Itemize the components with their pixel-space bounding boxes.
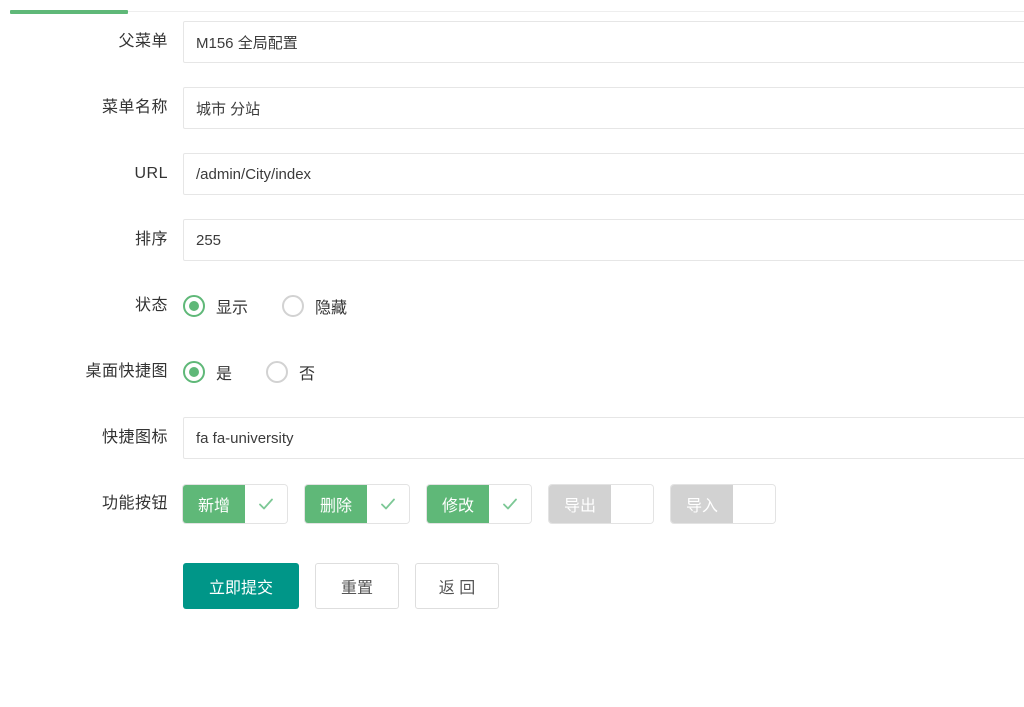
function-toggle-add-label: 新增: [183, 485, 245, 523]
field-parent-menu: [168, 21, 1024, 63]
check-icon: [381, 498, 395, 510]
field-desktop-shortcut: 是 否: [168, 351, 1024, 393]
function-toggle-export-checkbox[interactable]: [611, 485, 653, 523]
radio-circle-icon: [183, 295, 205, 317]
status-radio-hide-label: 隐藏: [315, 300, 348, 317]
function-toggle-delete-checkbox[interactable]: [367, 485, 409, 523]
function-toggle-edit-checkbox[interactable]: [489, 485, 531, 523]
function-toggle-edit-label: 修改: [427, 485, 489, 523]
form-row-desktop-shortcut: 桌面快捷图 是 否: [0, 351, 1024, 417]
form-row-url: URL: [0, 153, 1024, 219]
status-radio-hide[interactable]: 隐藏: [282, 294, 347, 318]
shortcut-radio-no[interactable]: 否: [266, 360, 315, 384]
label-shortcut-icon: 快捷图标: [101, 429, 168, 446]
radio-circle-icon: [183, 361, 205, 383]
function-toggle-import-label: 导入: [671, 485, 733, 523]
label-status: 状态: [134, 297, 168, 314]
function-toggle-import-checkbox[interactable]: [733, 485, 775, 523]
function-toggle-export-label: 导出: [549, 485, 611, 523]
reset-button[interactable]: 重置: [315, 563, 399, 609]
form-row-parent-menu: 父菜单: [0, 21, 1024, 87]
label-sort-order: 排序: [134, 231, 168, 248]
field-sort-order: [168, 219, 1024, 261]
sort-order-input[interactable]: [183, 219, 1024, 261]
active-tab-indicator[interactable]: [10, 10, 128, 14]
status-radio-show[interactable]: 显示: [183, 294, 248, 318]
menu-edit-form: 父菜单 菜单名称 URL 排序 状态 显示: [0, 14, 1024, 623]
submit-button[interactable]: 立即提交: [183, 563, 299, 609]
field-function-buttons: 新增 删除 修改 导出 导入: [168, 483, 1024, 525]
shortcut-radio-yes-label: 是: [216, 366, 233, 383]
status-radio-group: 显示 隐藏: [183, 285, 1024, 327]
function-toggle-delete[interactable]: 删除: [305, 485, 409, 523]
shortcut-icon-input[interactable]: [183, 417, 1024, 459]
function-button-group: 新增 删除 修改 导出 导入: [183, 483, 1024, 525]
label-desktop-shortcut: 桌面快捷图: [85, 363, 168, 380]
function-toggle-add[interactable]: 新增: [183, 485, 287, 523]
radio-circle-icon: [282, 295, 305, 317]
label-function-buttons: 功能按钮: [101, 495, 168, 512]
radio-circle-icon: [266, 361, 289, 383]
field-shortcut-icon: [168, 417, 1024, 459]
shortcut-radio-no-label: 否: [299, 366, 316, 383]
tab-strip: [0, 0, 1024, 14]
form-row-shortcut-icon: 快捷图标: [0, 417, 1024, 483]
status-radio-show-label: 显示: [216, 300, 249, 317]
function-toggle-delete-label: 删除: [305, 485, 367, 523]
field-url: [168, 153, 1024, 195]
check-icon: [259, 498, 273, 510]
function-toggle-export[interactable]: 导出: [549, 485, 653, 523]
label-menu-name: 菜单名称: [101, 99, 168, 116]
url-input[interactable]: [183, 153, 1024, 195]
form-row-sort-order: 排序: [0, 219, 1024, 285]
field-status: 显示 隐藏: [168, 285, 1024, 327]
form-actions: 立即提交 重置 返 回: [0, 549, 1024, 623]
field-menu-name: [168, 87, 1024, 129]
back-button[interactable]: 返 回: [415, 563, 499, 609]
form-row-menu-name: 菜单名称: [0, 87, 1024, 153]
shortcut-radio-yes[interactable]: 是: [183, 360, 232, 384]
check-icon: [503, 498, 517, 510]
menu-name-input[interactable]: [183, 87, 1024, 129]
parent-menu-input[interactable]: [183, 21, 1024, 63]
label-parent-menu: 父菜单: [118, 33, 168, 50]
shortcut-radio-group: 是 否: [183, 351, 1024, 393]
label-url: URL: [134, 165, 168, 182]
function-toggle-edit[interactable]: 修改: [427, 485, 531, 523]
form-row-function-buttons: 功能按钮 新增 删除 修改 导出 导入: [0, 483, 1024, 549]
tab-strip-divider: [10, 11, 1024, 12]
function-toggle-add-checkbox[interactable]: [245, 485, 287, 523]
function-toggle-import[interactable]: 导入: [671, 485, 775, 523]
form-row-status: 状态 显示 隐藏: [0, 285, 1024, 351]
